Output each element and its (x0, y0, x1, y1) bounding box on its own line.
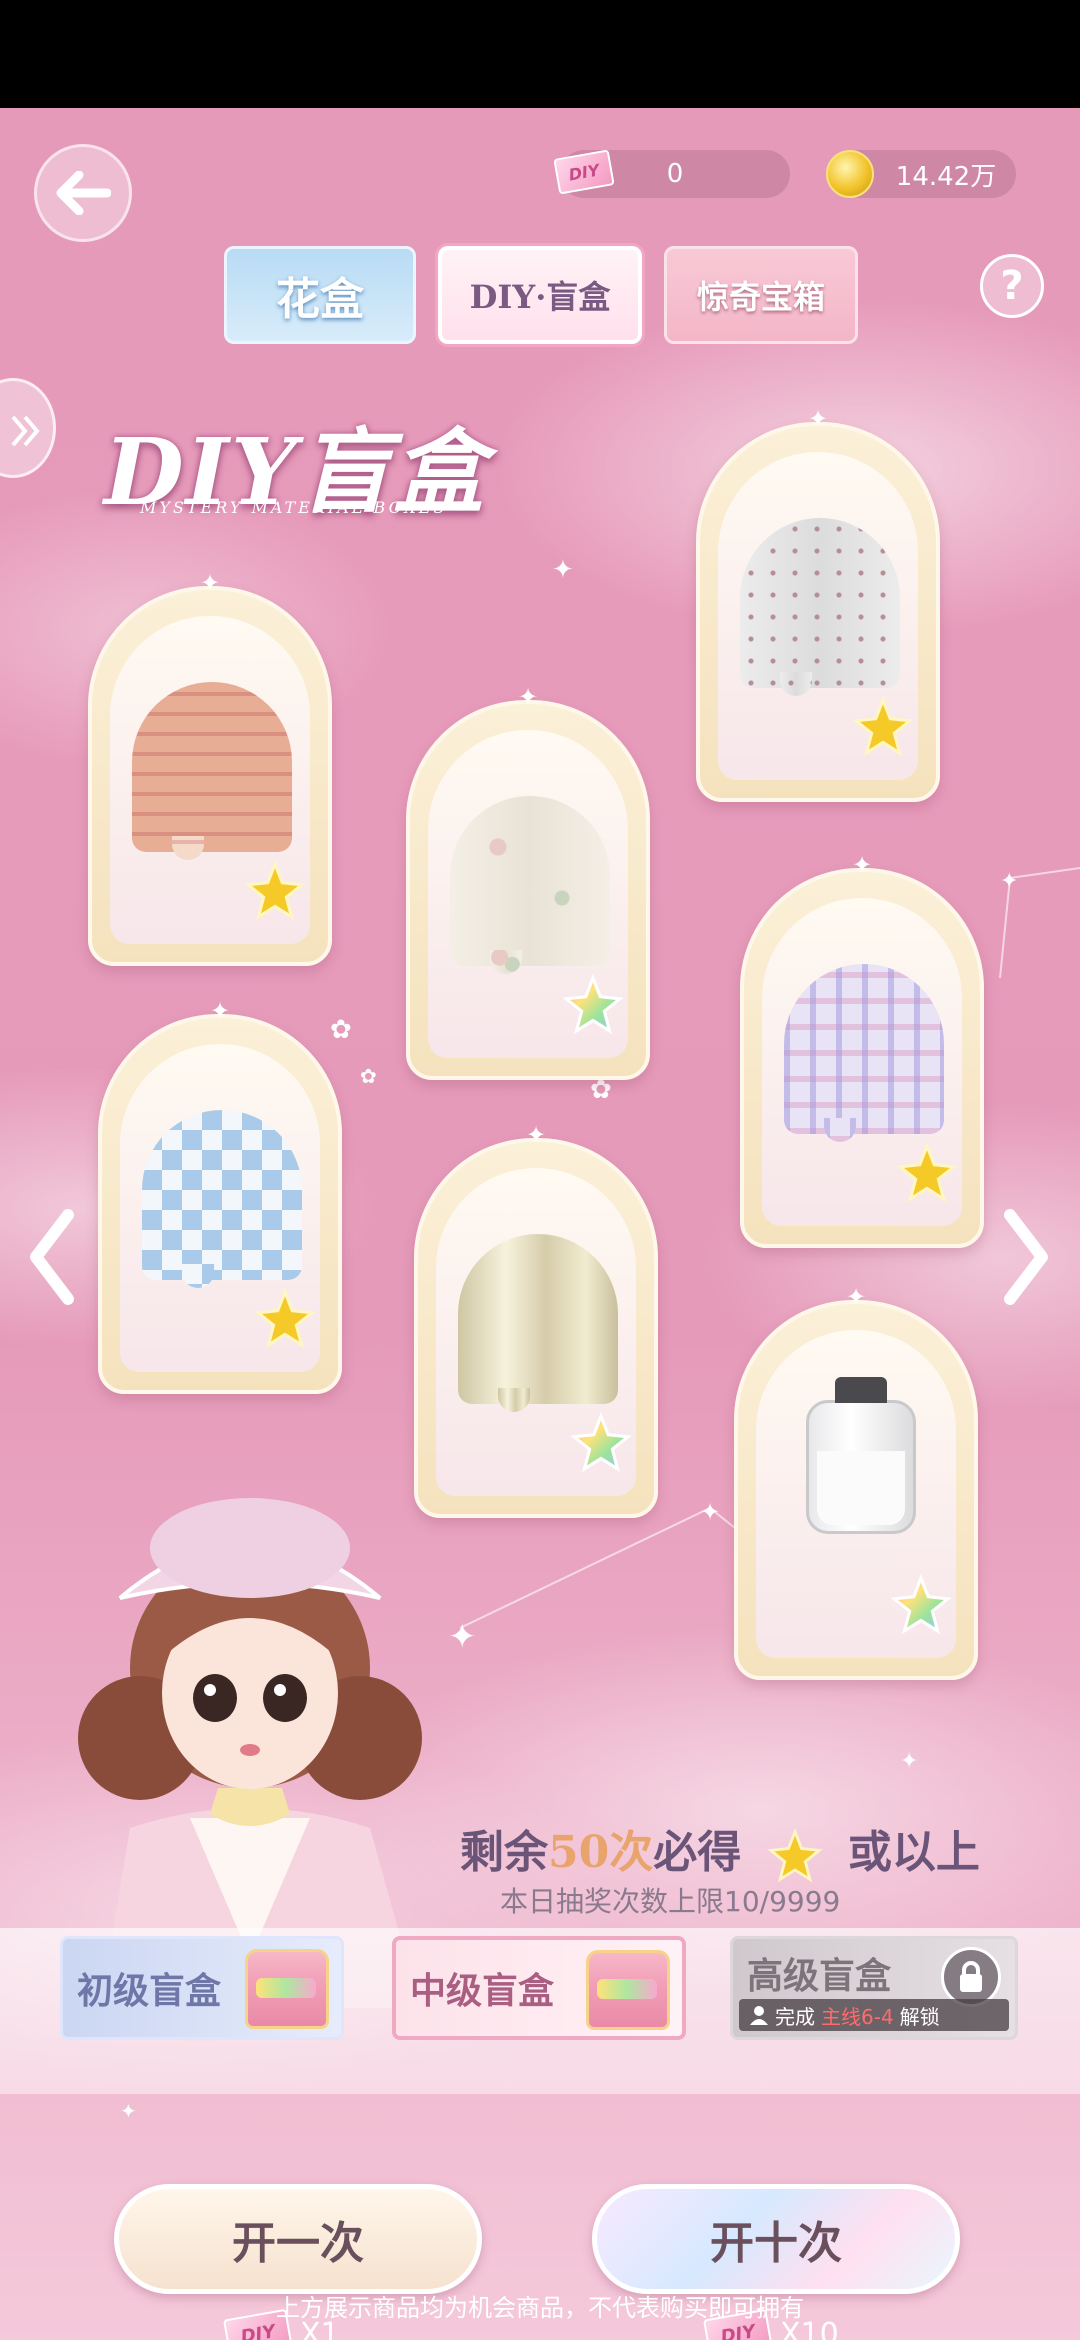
diy-ticket-counter: DIY 0 (553, 149, 790, 198)
svg-text:✦: ✦ (700, 1498, 720, 1526)
white-floral-fabric-icon (450, 796, 610, 974)
tab-surprise-chest[interactable]: 惊奇宝箱 (664, 246, 858, 344)
item-card-pink-knit[interactable]: ✦ (88, 571, 332, 966)
white-dotted-fabric-icon (740, 518, 900, 696)
svg-text:✿: ✿ (360, 1064, 377, 1088)
item-card-white-dotted[interactable]: ✦ (696, 407, 940, 802)
lock-icon (941, 1947, 1001, 2007)
game-scene: ✦ ✦ ✦ ✦ ✦ ✿ ✿ ✿ ✦ ✦ DIY 0 14.42万 花盒 DIY·… (0, 108, 1080, 2340)
open-once-button[interactable]: 开一次 (114, 2184, 482, 2294)
item-card-purple-plaid[interactable]: ✦ (740, 853, 984, 1248)
item-card-white-paint[interactable]: ✦ (734, 1285, 978, 1680)
disclaimer-text: 上方展示商品均为机会商品，不代表购买即可拥有 (276, 2294, 804, 2322)
arrow-left-icon (56, 171, 111, 215)
svg-text:✦: ✦ (900, 1749, 918, 1774)
purple-plaid-fabric-icon (784, 964, 944, 1142)
gold-star-icon (244, 860, 306, 921)
tier-intermediate-box[interactable]: 中级盲盒 (392, 1936, 686, 2040)
next-page-button[interactable] (996, 1202, 1056, 1312)
tier-label: 中级盲盒 (410, 1970, 555, 2012)
tier-label: 高级盲盒 (747, 1955, 892, 1997)
chevron-right-icon (11, 415, 40, 447)
tier-advanced-box[interactable]: 高级盲盒 完成 主线6-4 解锁 (730, 1936, 1018, 2040)
blue-argyle-fabric-icon (142, 1110, 302, 1288)
open-once-label: 开一次 (232, 2218, 364, 2269)
item-card-white-floral[interactable]: ✦ (406, 685, 650, 1080)
coin-count: 14.42万 (895, 161, 997, 192)
svg-text:✦: ✦ (1000, 869, 1018, 894)
previous-page-button[interactable] (22, 1202, 82, 1312)
tab-flower-box[interactable]: 花盒 (224, 246, 416, 344)
open-ten-label: 开十次 (710, 2218, 842, 2269)
gold-satin-fabric-icon (458, 1234, 618, 1412)
help-button[interactable]: ? (980, 254, 1044, 318)
chevron-right-icon (1004, 1209, 1048, 1305)
rainbow-star-icon (562, 974, 624, 1035)
gold-star-icon (896, 1142, 958, 1203)
guarantee-count: 50次 (548, 1827, 654, 1878)
svg-text:✦: ✦ (120, 2099, 137, 2123)
guarantee-prefix: 剩余 (460, 1827, 548, 1878)
coin-icon (826, 150, 874, 198)
rainbow-star-icon (570, 1412, 632, 1473)
item-card-blue-argyle[interactable]: ✦ (98, 999, 342, 1394)
treasure-chest-icon (586, 1950, 670, 2030)
tier-label: 初级盲盒 (77, 1970, 222, 2012)
guarantee-suffix: 或以上 (847, 1827, 980, 1878)
item-card-gold-satin[interactable]: ✦ (414, 1123, 658, 1518)
unlock-condition: 完成 主线6-4 解锁 (739, 1999, 1009, 2031)
open-ten-button[interactable]: 开十次 (592, 2184, 960, 2294)
tab-label: 惊奇宝箱 (696, 278, 825, 316)
chevron-left-icon (30, 1209, 74, 1305)
coin-counter: 14.42万 (826, 150, 1016, 198)
question-icon: ? (1000, 263, 1024, 309)
user-icon (750, 2006, 768, 2025)
gold-star-icon (766, 1827, 823, 1882)
status-bar (0, 0, 1080, 108)
tier-basic-box[interactable]: 初级盲盒 (60, 1936, 344, 2040)
banner-subtitle: MYSTERY MATERIAL BOXES (140, 498, 448, 517)
gold-star-icon (852, 696, 914, 757)
guarantee-text: 剩余50次必得 或以上 (460, 1816, 980, 1884)
tab-label: 花盒 (276, 274, 364, 325)
svg-text:✿: ✿ (330, 1015, 352, 1045)
rainbow-star-icon (890, 1574, 952, 1635)
tab-label: DIY·盲盒 (469, 278, 611, 316)
svg-text:✦: ✦ (552, 555, 574, 585)
guarantee-middle: 必得 (653, 1827, 742, 1878)
tab-diy-blind-box[interactable]: DIY·盲盒 (438, 246, 642, 344)
paint-bottle-icon (806, 1377, 916, 1534)
back-button[interactable] (34, 144, 132, 242)
gold-star-icon (254, 1288, 316, 1349)
daily-limit-text: 本日抽奖次数上限10/9999 (500, 1885, 841, 1918)
diy-ticket-count: 0 (666, 159, 684, 189)
treasure-chest-icon (245, 1949, 329, 2029)
pink-knit-fabric-icon (132, 682, 292, 860)
svg-text:✦: ✦ (448, 1617, 477, 1657)
